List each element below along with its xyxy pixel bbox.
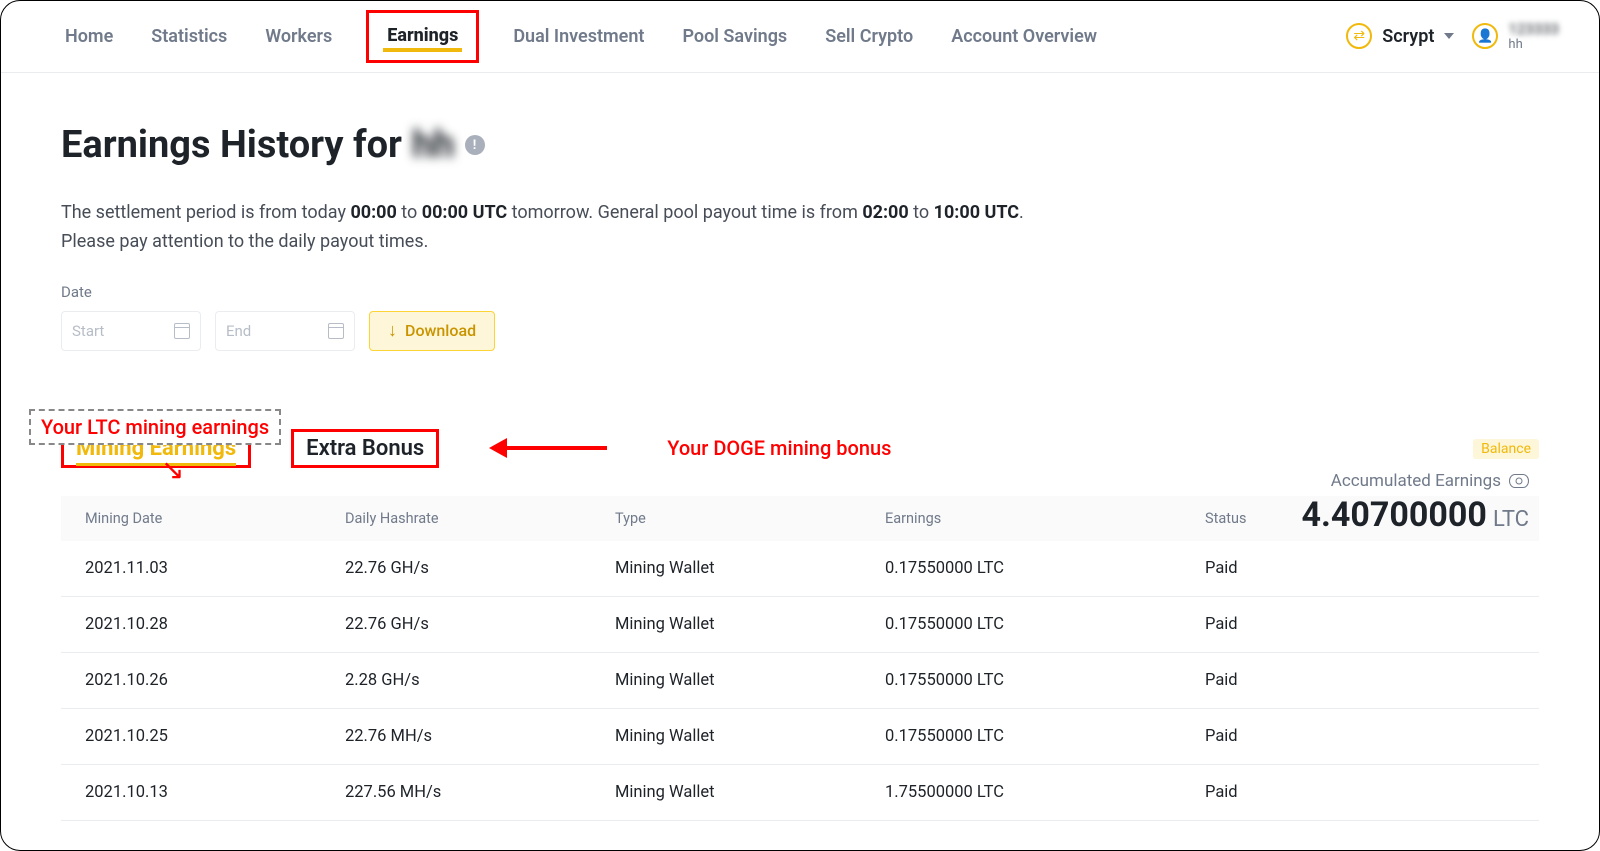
accumulated-label: Accumulated Earnings [1331,471,1501,491]
date-start-input[interactable]: Start [61,311,201,351]
cell-type: Mining Wallet [615,615,885,634]
cell-hash: 2.28 GH/s [345,671,615,690]
cell-earn: 1.75500000 LTC [885,783,1205,802]
cell-date: 2021.10.25 [85,727,345,746]
earnings-table: Mining Date Daily Hashrate Type Earnings… [61,496,1539,821]
date-start-placeholder: Start [72,322,104,340]
tabs-row: Mining Earnings Extra Bonus Your DOGE mi… [61,429,1539,468]
th-date: Mining Date [85,510,345,527]
settlement-description: The settlement period is from today 00:0… [61,199,1261,257]
cell-type: Mining Wallet [615,671,885,690]
nav-pool-savings[interactable]: Pool Savings [678,22,791,51]
table-row: 2021.11.0322.76 GH/sMining Wallet0.17550… [61,541,1539,597]
desc-h: 10:00 UTC [934,202,1019,223]
th-earnings: Earnings [885,510,1205,527]
cell-date: 2021.10.28 [85,615,345,634]
balance-pill[interactable]: Balance [1473,439,1539,459]
user-id: 123333 [1508,21,1559,38]
nav-account-overview[interactable]: Account Overview [947,22,1101,51]
nav-sell-crypto[interactable]: Sell Crypto [821,22,917,51]
date-end-placeholder: End [226,322,251,340]
annotation-arrow-left-icon [489,438,607,458]
info-icon[interactable]: ! [465,135,485,155]
accumulated-unit: LTC [1493,507,1529,532]
cell-type: Mining Wallet [615,727,885,746]
nav-items: Home Statistics Workers Earnings Dual In… [61,18,1101,55]
download-label: Download [405,321,476,340]
desc-c: to [397,202,422,223]
eye-icon[interactable] [1509,474,1529,488]
cell-earn: 0.17550000 LTC [885,559,1205,578]
cell-date: 2021.11.03 [85,559,345,578]
user-info: 123333 hh [1508,21,1559,52]
cell-date: 2021.10.26 [85,671,345,690]
cell-type: Mining Wallet [615,783,885,802]
cell-hash: 22.76 GH/s [345,559,615,578]
date-end-input[interactable]: End [215,311,355,351]
cell-status: Paid [1205,727,1515,746]
page-title-user: hh [412,123,455,167]
annotation-ltc-callout: Your LTC mining earnings [29,409,281,445]
annotation-earnings-highlight: Earnings [366,10,479,63]
desc-d: 00:00 UTC [422,202,507,223]
cell-earn: 0.17550000 LTC [885,727,1205,746]
desc-i: . [1019,202,1024,223]
desc-j: Please pay attention to the daily payout… [61,231,428,252]
desc-e: tomorrow. General pool payout time is fr… [507,202,862,223]
download-button[interactable]: ↓ Download [369,311,495,351]
user-menu[interactable]: 👤 123333 hh [1472,21,1559,52]
date-row: Start End ↓ Download [61,311,1539,351]
nav-statistics[interactable]: Statistics [147,22,231,51]
cell-status: Paid [1205,615,1515,634]
cell-status: Paid [1205,671,1515,690]
cell-type: Mining Wallet [615,559,885,578]
table-row: 2021.10.2822.76 GH/sMining Wallet0.17550… [61,597,1539,653]
top-nav: Home Statistics Workers Earnings Dual In… [1,1,1599,73]
nav-right: ⇄ Scrypt 👤 123333 hh [1346,21,1559,52]
nav-earnings[interactable]: Earnings [383,21,462,52]
table-row: 2021.10.2522.76 MH/sMining Wallet0.17550… [61,709,1539,765]
nav-workers[interactable]: Workers [261,22,336,51]
page-content: Earnings History for hh ! The settlement… [1,73,1599,821]
user-sub: hh [1508,38,1559,52]
nav-dual-investment[interactable]: Dual Investment [509,22,648,51]
nav-home[interactable]: Home [61,22,117,51]
user-icon: 👤 [1472,23,1498,49]
cell-earn: 0.17550000 LTC [885,671,1205,690]
accumulated-label-row: Accumulated Earnings [1331,471,1529,491]
download-icon: ↓ [388,320,397,341]
th-type: Type [615,510,885,527]
table-row: 2021.10.13227.56 MH/sMining Wallet1.7550… [61,765,1539,821]
cell-status: Paid [1205,559,1515,578]
cell-date: 2021.10.13 [85,783,345,802]
th-hashrate: Daily Hashrate [345,510,615,527]
cell-earn: 0.17550000 LTC [885,615,1205,634]
accumulated-value: 4.40700000 [1302,495,1487,535]
desc-b: 00:00 [350,202,396,223]
algorithm-label: Scrypt [1382,26,1434,47]
calendar-icon [328,323,344,339]
desc-a: The settlement period is from today [61,202,350,223]
cell-hash: 227.56 MH/s [345,783,615,802]
table-row: 2021.10.262.28 GH/sMining Wallet0.175500… [61,653,1539,709]
page-title-row: Earnings History for hh ! [61,123,1539,167]
calendar-icon [174,323,190,339]
cell-status: Paid [1205,783,1515,802]
swap-icon: ⇄ [1346,23,1372,49]
desc-g: to [909,202,934,223]
accumulated-value-row: 4.40700000LTC [1302,495,1529,535]
chevron-down-icon [1444,33,1454,39]
tab-extra-bonus[interactable]: Extra Bonus [306,436,424,461]
date-label: Date [61,283,1539,301]
annotation-doge-callout: Your DOGE mining bonus [667,436,891,460]
desc-f: 02:00 [862,202,908,223]
annotation-extra-highlight: Extra Bonus [291,429,439,468]
algorithm-selector[interactable]: ⇄ Scrypt [1346,23,1454,49]
table-body: 2021.11.0322.76 GH/sMining Wallet0.17550… [61,541,1539,821]
annotation-arrow-down-icon: ↘ [161,453,184,486]
page-title-prefix: Earnings History for [61,123,402,167]
cell-hash: 22.76 MH/s [345,727,615,746]
cell-hash: 22.76 GH/s [345,615,615,634]
